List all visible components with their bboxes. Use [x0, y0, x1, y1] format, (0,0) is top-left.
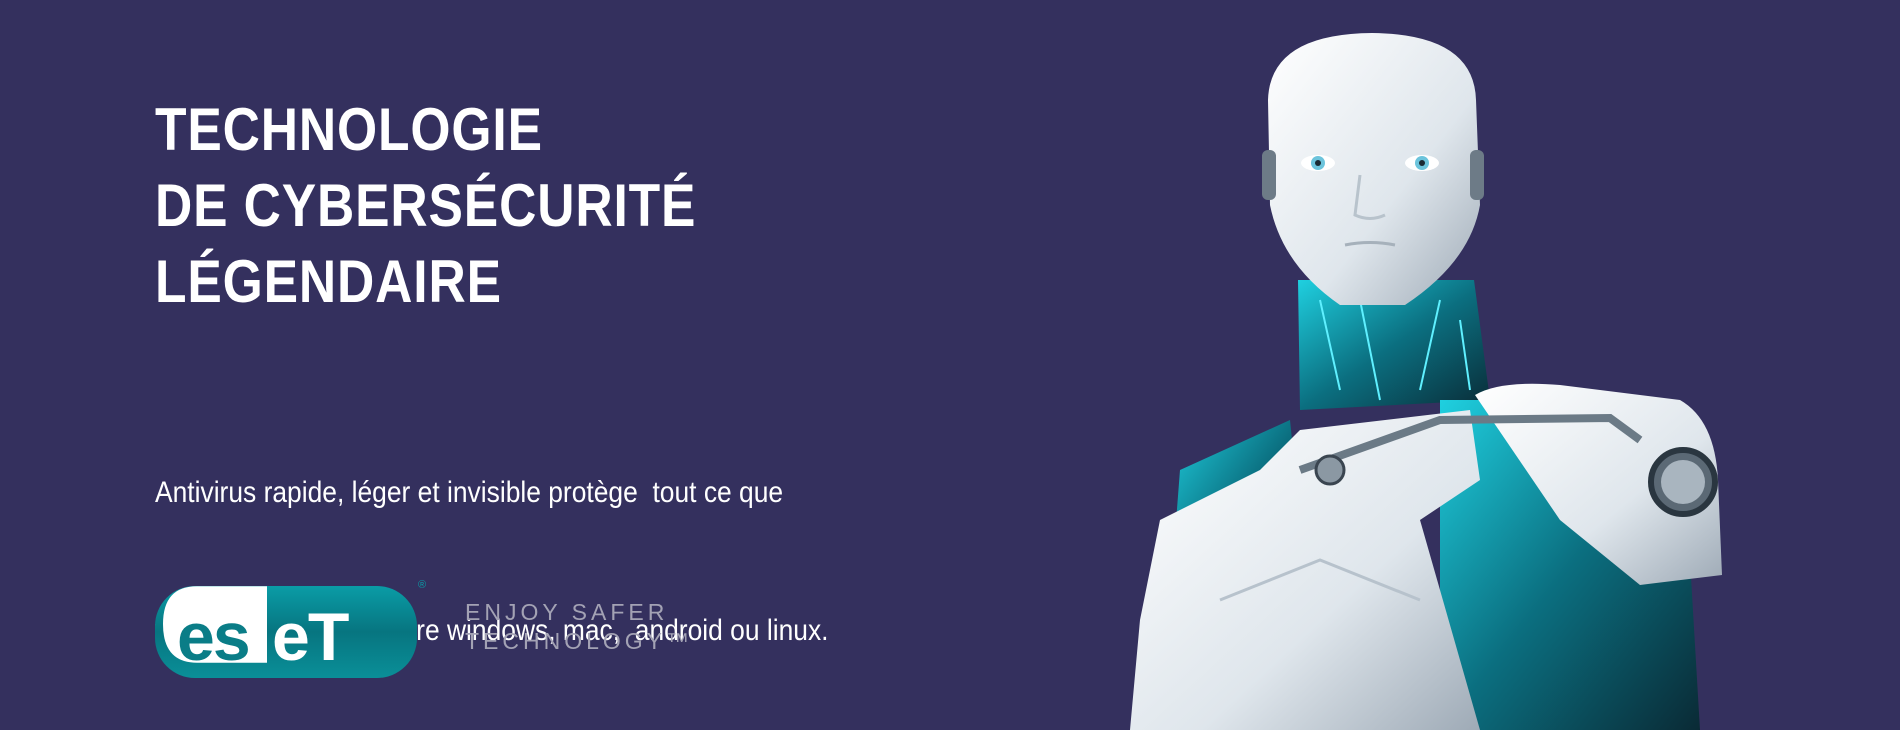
robot-illustration	[1130, 33, 1722, 730]
